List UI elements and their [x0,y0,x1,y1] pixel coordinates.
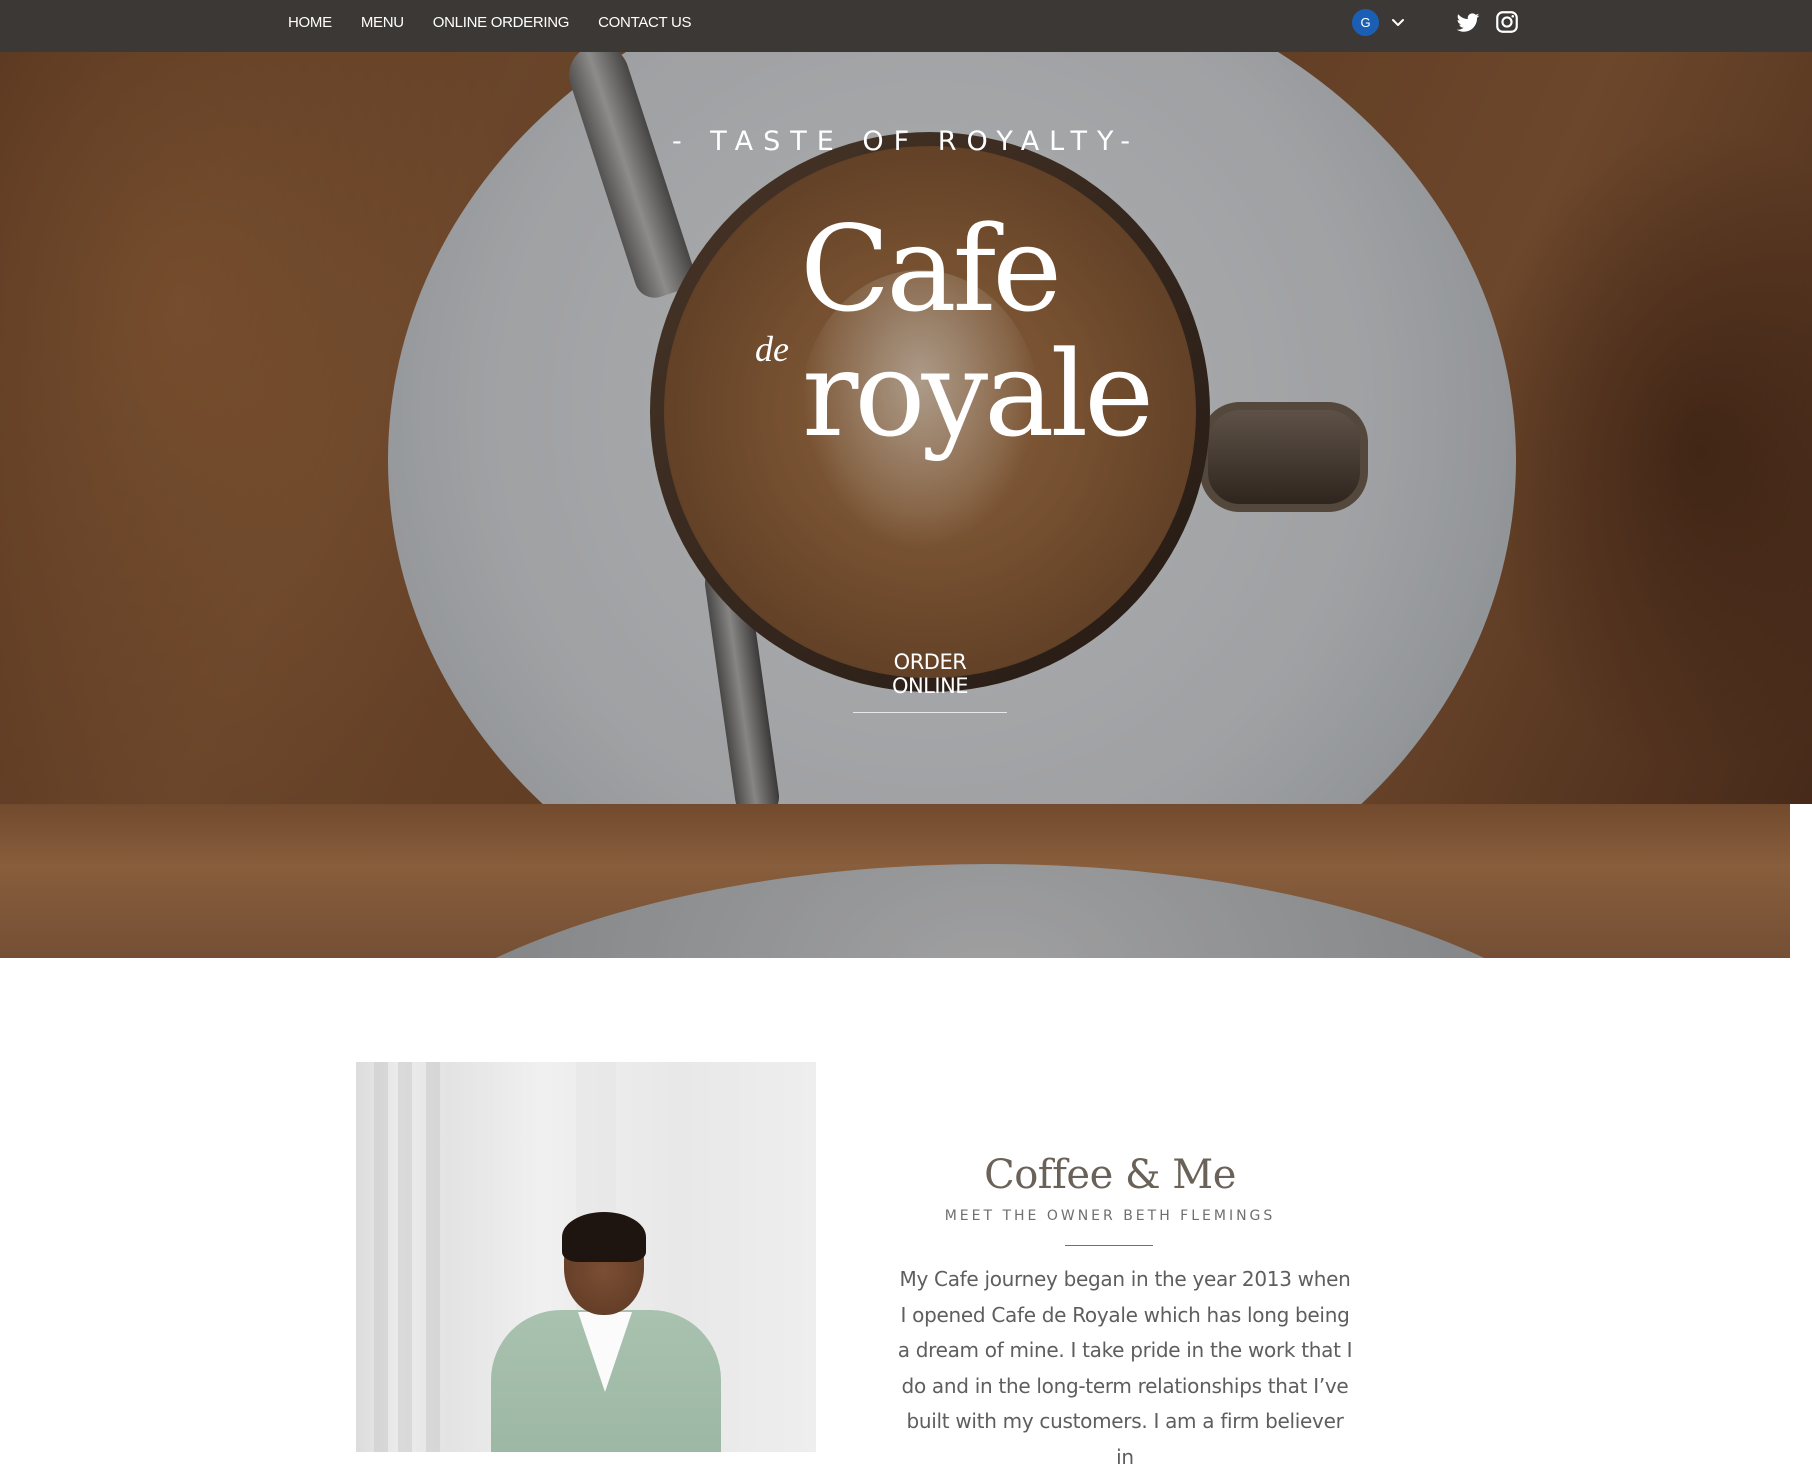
about-divider [1065,1245,1153,1246]
chevron-down-icon[interactable] [1389,13,1407,31]
about-body-text: My Cafe journey began in the year 2013 w… [897,1267,1353,1469]
order-online-button[interactable]: ORDER ONLINE [853,650,1007,713]
about-title: Coffee & Me [984,1152,1236,1198]
nav-links: HOME MENU ONLINE ORDERING CONTACT US [288,0,720,44]
logo-royale-text: royale [802,325,1154,463]
nav-menu[interactable]: MENU [361,14,404,31]
language-avatar[interactable]: G [1352,8,1379,36]
language-selector[interactable]: G [1352,8,1407,36]
nav-contact-us[interactable]: CONTACT US [598,14,691,31]
nav-home[interactable]: HOME [288,14,332,31]
logo-de-text: de [755,329,789,369]
coffee-strip-image [0,804,1790,958]
hero-tagline: - TASTE OF ROYALTY- [671,126,1141,157]
about-subtitle: MEET THE OWNER BETH FLEMINGS [944,1208,1276,1224]
logo-cafe-text: Cafe [800,200,1062,338]
twitter-icon[interactable] [1455,9,1481,35]
top-navigation: HOME MENU ONLINE ORDERING CONTACT US G [0,0,1812,52]
instagram-icon[interactable] [1494,9,1520,35]
nav-online-ordering[interactable]: ONLINE ORDERING [433,14,570,31]
hero-section: - TASTE OF ROYALTY- Cafe de royale ORDER… [0,0,1812,804]
owner-photo [356,1062,816,1452]
